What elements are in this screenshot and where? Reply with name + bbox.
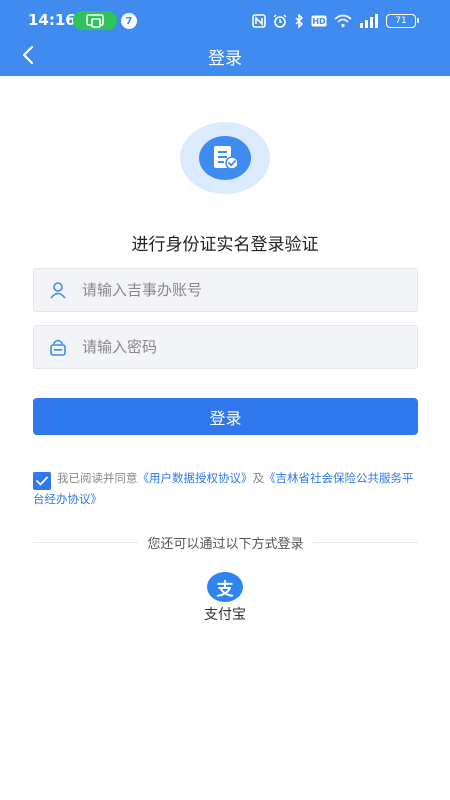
hero-icon-circle xyxy=(199,136,251,180)
alt-login-text: 您还可以通过以下方式登录 xyxy=(147,536,304,552)
agreement-text: 我已阅读并同意《用户数据授权协议》及《吉林省社会保险公共服务平台经办协议》 xyxy=(33,469,418,509)
alt-login-divider: 您还可以通过以下方式登录 xyxy=(33,534,419,552)
signal-icon xyxy=(359,14,379,28)
svg-text:HD: HD xyxy=(312,17,326,26)
alipay-label: 支付宝 xyxy=(204,607,246,623)
password-input[interactable] xyxy=(82,338,382,356)
alipay-icon: 支 xyxy=(207,572,243,602)
screen-cast-pill[interactable] xyxy=(73,11,117,30)
alarm-icon xyxy=(273,14,287,28)
account-input[interactable] xyxy=(82,281,382,299)
nfc-icon xyxy=(252,14,266,28)
alipay-login-button[interactable]: 支 支付宝 xyxy=(190,572,260,624)
navbar: 登录 xyxy=(0,40,450,76)
status-icons: HD 71 xyxy=(252,12,419,30)
lock-icon xyxy=(34,338,82,356)
page-subtitle: 进行身份证实名登录验证 xyxy=(131,235,319,255)
password-field[interactable] xyxy=(33,325,418,369)
battery-icon: 71 xyxy=(386,14,419,28)
account-field[interactable] xyxy=(33,268,418,312)
hd-icon: HD xyxy=(311,15,327,27)
divider-line-left xyxy=(33,541,138,543)
battery-level: 71 xyxy=(395,16,407,26)
document-check-icon xyxy=(214,146,239,170)
login-button[interactable]: 登录 xyxy=(33,398,418,435)
notification-badge: 7 xyxy=(121,13,137,29)
bluetooth-icon xyxy=(294,14,304,28)
status-time: 14:16 xyxy=(28,11,76,29)
wifi-icon xyxy=(334,14,352,28)
agreement-and: 及 xyxy=(252,471,265,485)
user-icon xyxy=(34,281,82,299)
checkmark-icon xyxy=(36,476,48,486)
agreement-checkbox[interactable] xyxy=(33,472,51,490)
verification-illustration xyxy=(180,122,270,194)
divider-line-right xyxy=(313,541,419,543)
agreement-prefix: 我已阅读并同意 xyxy=(57,471,138,485)
status-bar: 14:16 7 HD 71 xyxy=(0,0,450,40)
screen-cast-icon xyxy=(86,13,104,28)
page-title: 登录 xyxy=(208,49,242,69)
user-data-agreement-link[interactable]: 《用户数据授权协议》 xyxy=(138,471,253,485)
